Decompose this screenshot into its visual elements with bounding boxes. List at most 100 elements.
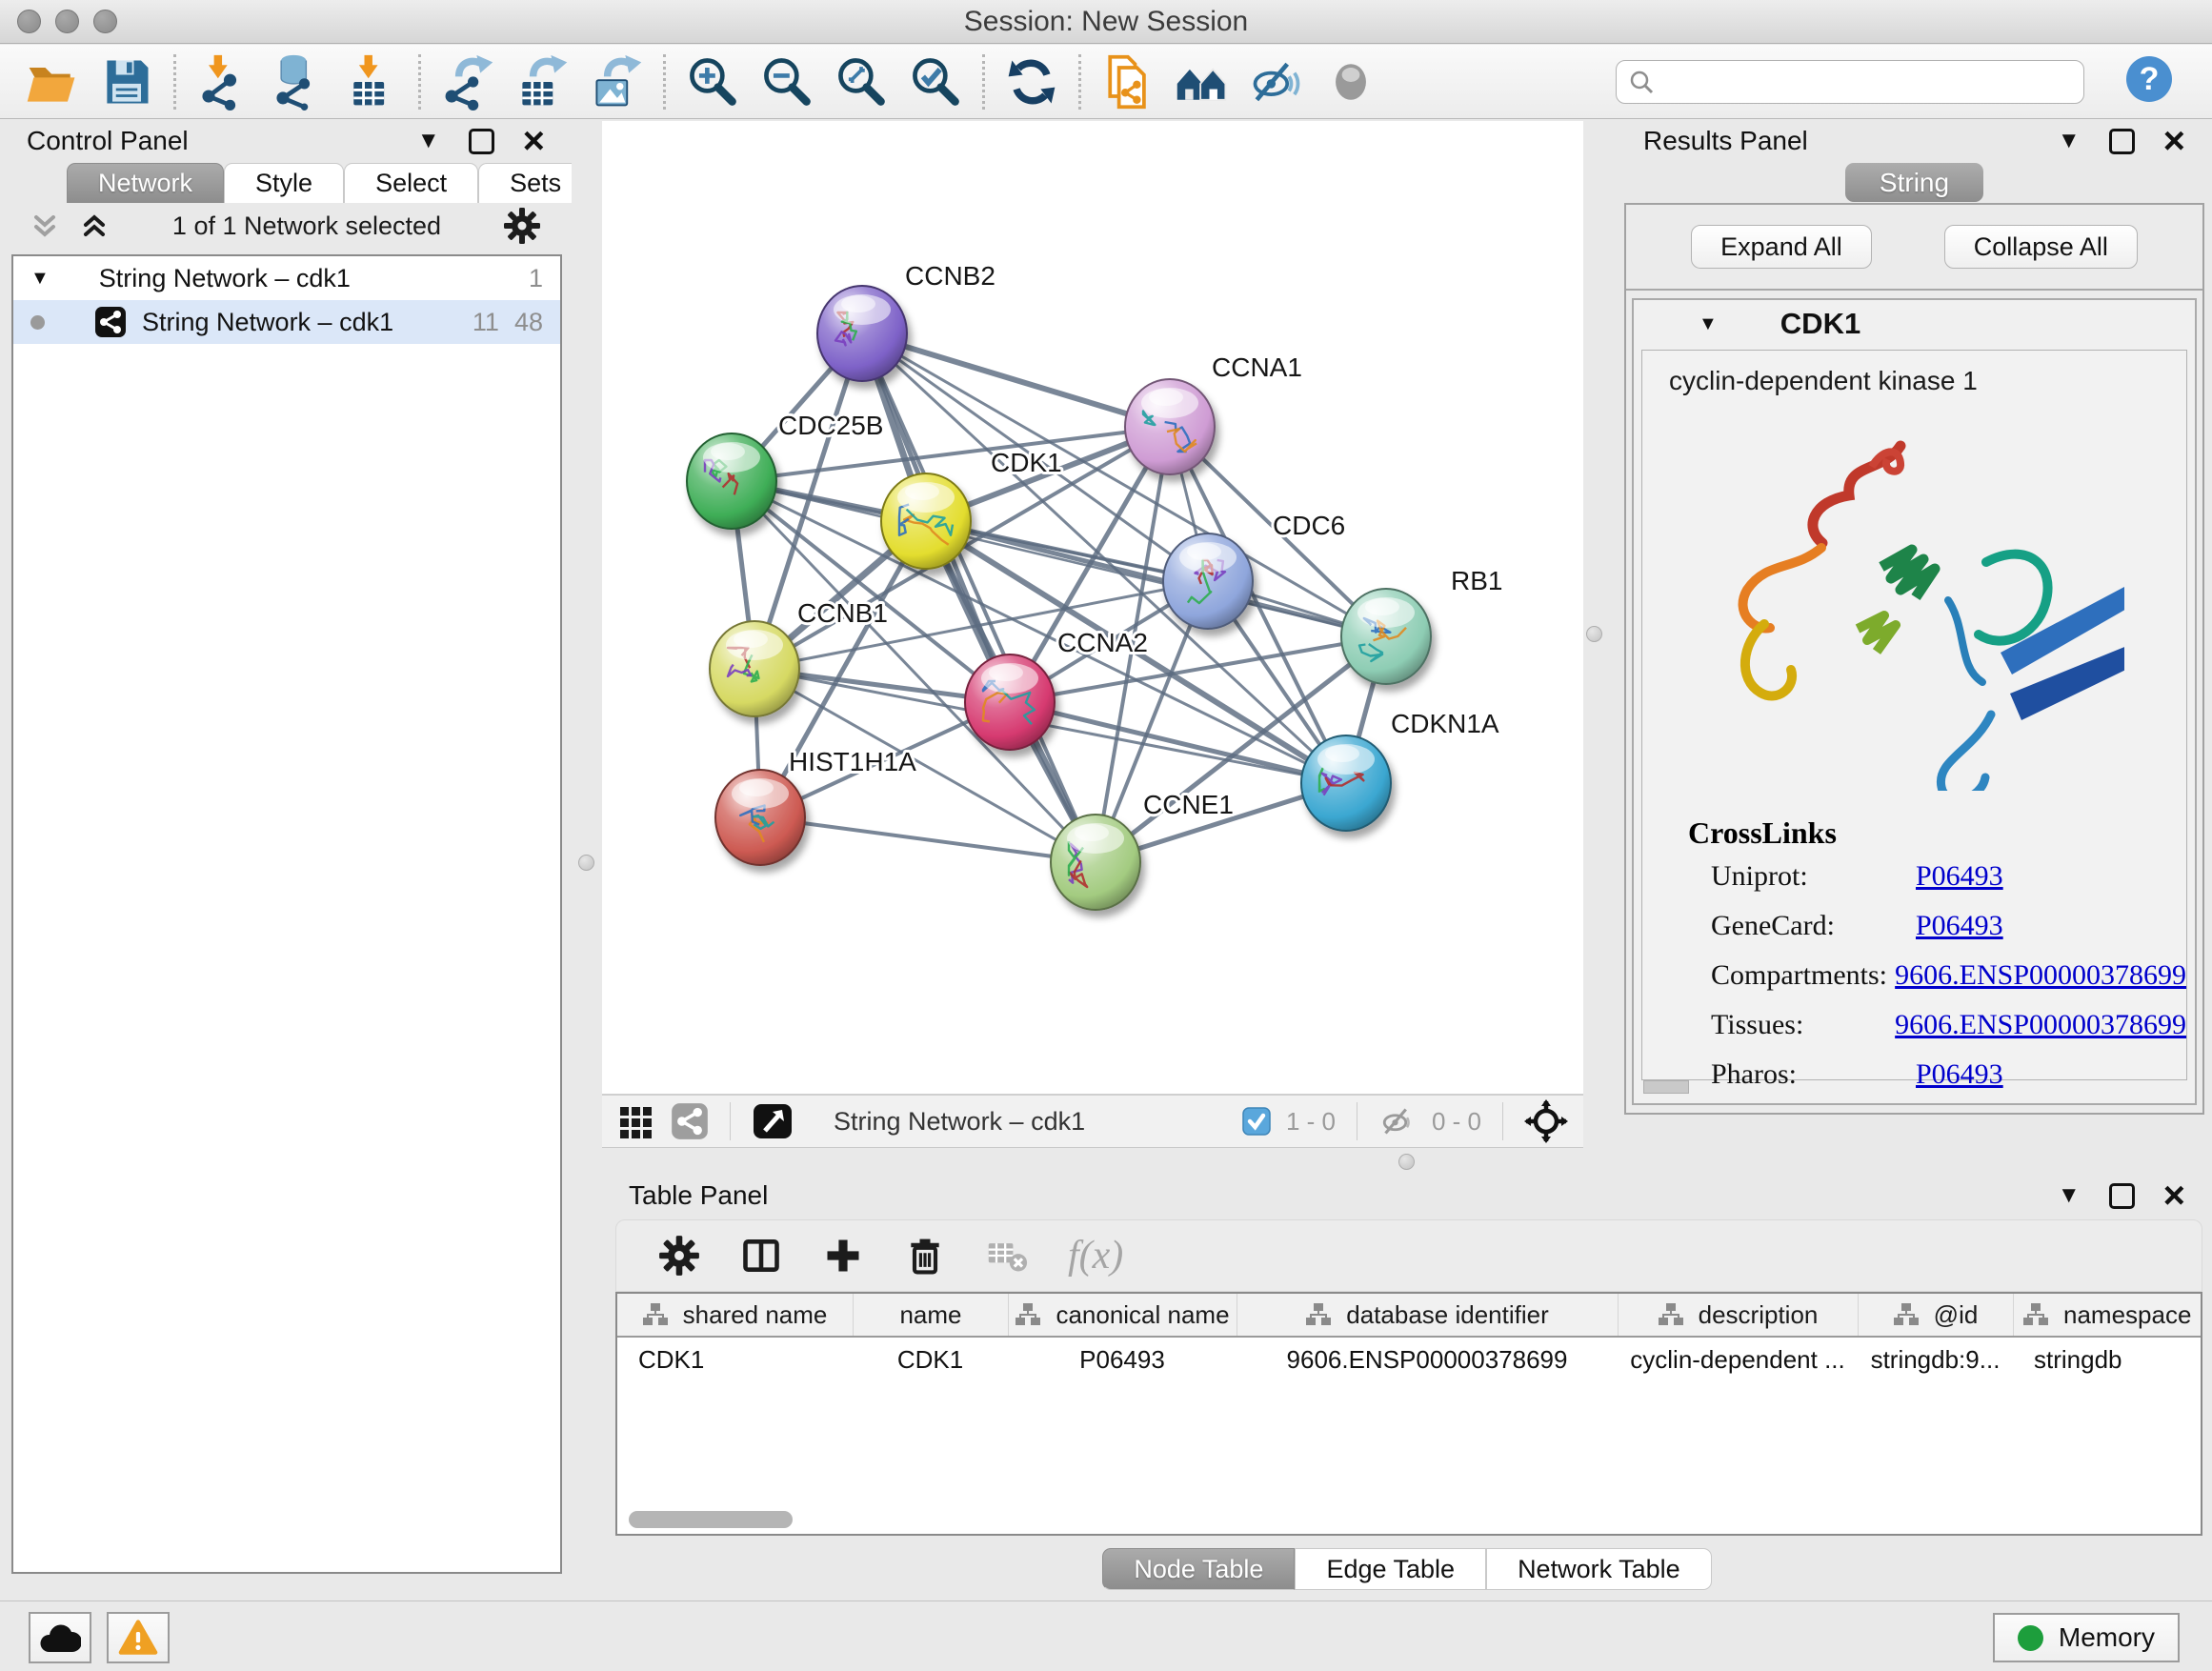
save-session-button[interactable] xyxy=(90,50,164,113)
splitter-handle[interactable] xyxy=(1586,626,1602,642)
tree-expand-icon[interactable]: ▼ xyxy=(30,268,50,290)
splitter-handle[interactable] xyxy=(1398,1154,1415,1170)
maximize-window-icon[interactable] xyxy=(93,10,117,33)
tab-edge-table[interactable]: Edge Table xyxy=(1295,1548,1486,1590)
add-column-icon[interactable] xyxy=(822,1235,864,1277)
panel-collapse-icon[interactable]: ▼ xyxy=(417,130,440,152)
panel-close-icon[interactable]: × xyxy=(523,126,545,156)
crosslink-link[interactable]: 9606.ENSP00000378699 xyxy=(1895,1009,2186,1041)
gene-section-header[interactable]: ▼ CDK1 xyxy=(1634,300,2195,348)
horizontal-scrollbar[interactable] xyxy=(629,1511,793,1528)
zoom-out-button[interactable] xyxy=(750,50,824,113)
import-table-from-file-button[interactable] xyxy=(334,50,409,113)
splitter-handle[interactable] xyxy=(578,855,594,871)
collapse-all-button[interactable]: Collapse All xyxy=(1944,225,2138,269)
export-network-button[interactable] xyxy=(431,50,505,113)
node-CCNA2[interactable] xyxy=(965,654,1055,750)
open-session-button[interactable] xyxy=(15,50,90,113)
delete-table-icon[interactable] xyxy=(986,1235,1028,1277)
node-CCNB2[interactable] xyxy=(817,286,907,381)
gear-icon[interactable] xyxy=(503,207,541,245)
search-box[interactable] xyxy=(1616,60,2084,104)
export-table-button[interactable] xyxy=(505,50,579,113)
close-window-icon[interactable] xyxy=(17,10,41,33)
table-settings-gear-icon[interactable] xyxy=(658,1235,700,1277)
crosslink-link[interactable]: 9606.ENSP00000378699 xyxy=(1895,959,2186,992)
network-from-document-button[interactable] xyxy=(1091,50,1165,113)
panel-collapse-icon[interactable]: ▼ xyxy=(2058,1184,2081,1207)
node-CDKN1A[interactable] xyxy=(1301,735,1391,831)
panel-collapse-icon[interactable]: ▼ xyxy=(2058,130,2081,152)
function-builder-icon[interactable]: f(x) xyxy=(1068,1233,1123,1278)
refresh-view-button[interactable] xyxy=(995,50,1069,113)
panel-float-icon[interactable] xyxy=(2109,1183,2135,1209)
crosslink-link[interactable]: P06493 xyxy=(1916,910,2003,942)
network-row[interactable]: String Network – cdk1 11 48 xyxy=(13,300,560,344)
node-RB1[interactable] xyxy=(1341,589,1431,684)
mini-scrollbar[interactable] xyxy=(1643,1080,1689,1094)
edge-HIST1H1A-CCNE1[interactable] xyxy=(760,817,1096,862)
column-header-@id[interactable]: @id xyxy=(1858,1294,2013,1336)
crosslink-link[interactable]: P06493 xyxy=(1916,860,2003,893)
minimize-window-icon[interactable] xyxy=(55,10,79,33)
node-CDC6[interactable] xyxy=(1163,534,1253,629)
tab-string[interactable]: String xyxy=(1845,163,1983,202)
expand-all-button[interactable]: Expand All xyxy=(1691,225,1872,269)
tab-network-table[interactable]: Network Table xyxy=(1486,1548,1712,1590)
edge-CCNB2-CCNE1[interactable] xyxy=(862,333,1096,862)
cloud-status-button[interactable] xyxy=(29,1612,91,1663)
edge-CCNB2-CCNA1[interactable] xyxy=(862,333,1170,427)
expand-all-chevron-icon[interactable] xyxy=(80,211,111,241)
collapse-all-chevron-icon[interactable] xyxy=(30,211,61,241)
column-header-canonical-name[interactable]: canonical name xyxy=(1008,1294,1237,1336)
zoom-in-button[interactable] xyxy=(675,50,750,113)
node-CCNA1[interactable] xyxy=(1125,379,1215,474)
network-collection-row[interactable]: ▼ String Network – cdk1 1 xyxy=(13,256,560,300)
network-view-icon[interactable] xyxy=(671,1102,709,1140)
column-header-shared-name[interactable]: shared name xyxy=(617,1294,853,1336)
show-graphics-details-button[interactable] xyxy=(1314,50,1388,113)
panel-close-icon[interactable]: × xyxy=(2163,1180,2185,1211)
right-splitter[interactable] xyxy=(1583,121,1617,1174)
crosshair-icon[interactable] xyxy=(1524,1099,1568,1143)
network-canvas[interactable]: CCNB2CCNA1CDC25BCDK1CDC6RB1CCNB1CCNA2CDK… xyxy=(602,121,1583,1094)
grid-view-icon[interactable] xyxy=(617,1102,655,1140)
horizontal-splitter[interactable] xyxy=(602,1149,1583,1174)
show-columns-icon[interactable] xyxy=(740,1235,782,1277)
tab-select[interactable]: Select xyxy=(344,163,478,203)
table-row[interactable]: CDK1CDK1P064939606.ENSP00000378699cyclin… xyxy=(617,1338,2201,1381)
section-collapse-icon[interactable]: ▼ xyxy=(1699,313,1718,335)
help-button[interactable]: ? xyxy=(2124,54,2174,109)
tab-network[interactable]: Network xyxy=(67,163,224,203)
tab-style[interactable]: Style xyxy=(224,163,344,203)
selected-checkbox-icon[interactable] xyxy=(1242,1107,1271,1136)
import-network-from-file-button[interactable] xyxy=(186,50,260,113)
crosslink-link[interactable]: P06493 xyxy=(1916,1058,2003,1091)
tab-node-table[interactable]: Node Table xyxy=(1102,1548,1295,1590)
zoom-selected-button[interactable] xyxy=(898,50,973,113)
houses-button[interactable] xyxy=(1165,50,1239,113)
panel-float-icon[interactable] xyxy=(469,129,494,154)
column-header-description[interactable]: description xyxy=(1618,1294,1858,1336)
panel-float-icon[interactable] xyxy=(2109,129,2135,154)
column-header-namespace[interactable]: namespace xyxy=(2013,1294,2201,1336)
column-header-name[interactable]: name xyxy=(853,1294,1008,1336)
panel-close-icon[interactable]: × xyxy=(2163,126,2185,156)
node-CCNB1[interactable] xyxy=(710,621,799,716)
export-image-button[interactable] xyxy=(579,50,654,113)
zoom-fit-button[interactable] xyxy=(824,50,898,113)
hidden-eye-icon[interactable] xyxy=(1378,1102,1417,1140)
column-header-database-identifier[interactable]: database identifier xyxy=(1237,1294,1618,1336)
hide-graphics-details-button[interactable] xyxy=(1239,50,1314,113)
edge-CCNA2-CDKN1A[interactable] xyxy=(1010,702,1346,783)
vertical-splitter[interactable] xyxy=(572,119,602,1601)
node-CDC25B[interactable] xyxy=(687,433,776,529)
node-HIST1H1A[interactable] xyxy=(715,770,805,865)
memory-button[interactable]: Memory xyxy=(1993,1613,2180,1662)
birdseye-view-icon[interactable] xyxy=(752,1100,794,1142)
node-CCNE1[interactable] xyxy=(1051,815,1140,910)
import-network-from-database-button[interactable] xyxy=(260,50,334,113)
warning-button[interactable] xyxy=(107,1612,170,1663)
delete-trash-icon[interactable] xyxy=(904,1235,946,1277)
search-input[interactable] xyxy=(1662,67,2072,96)
